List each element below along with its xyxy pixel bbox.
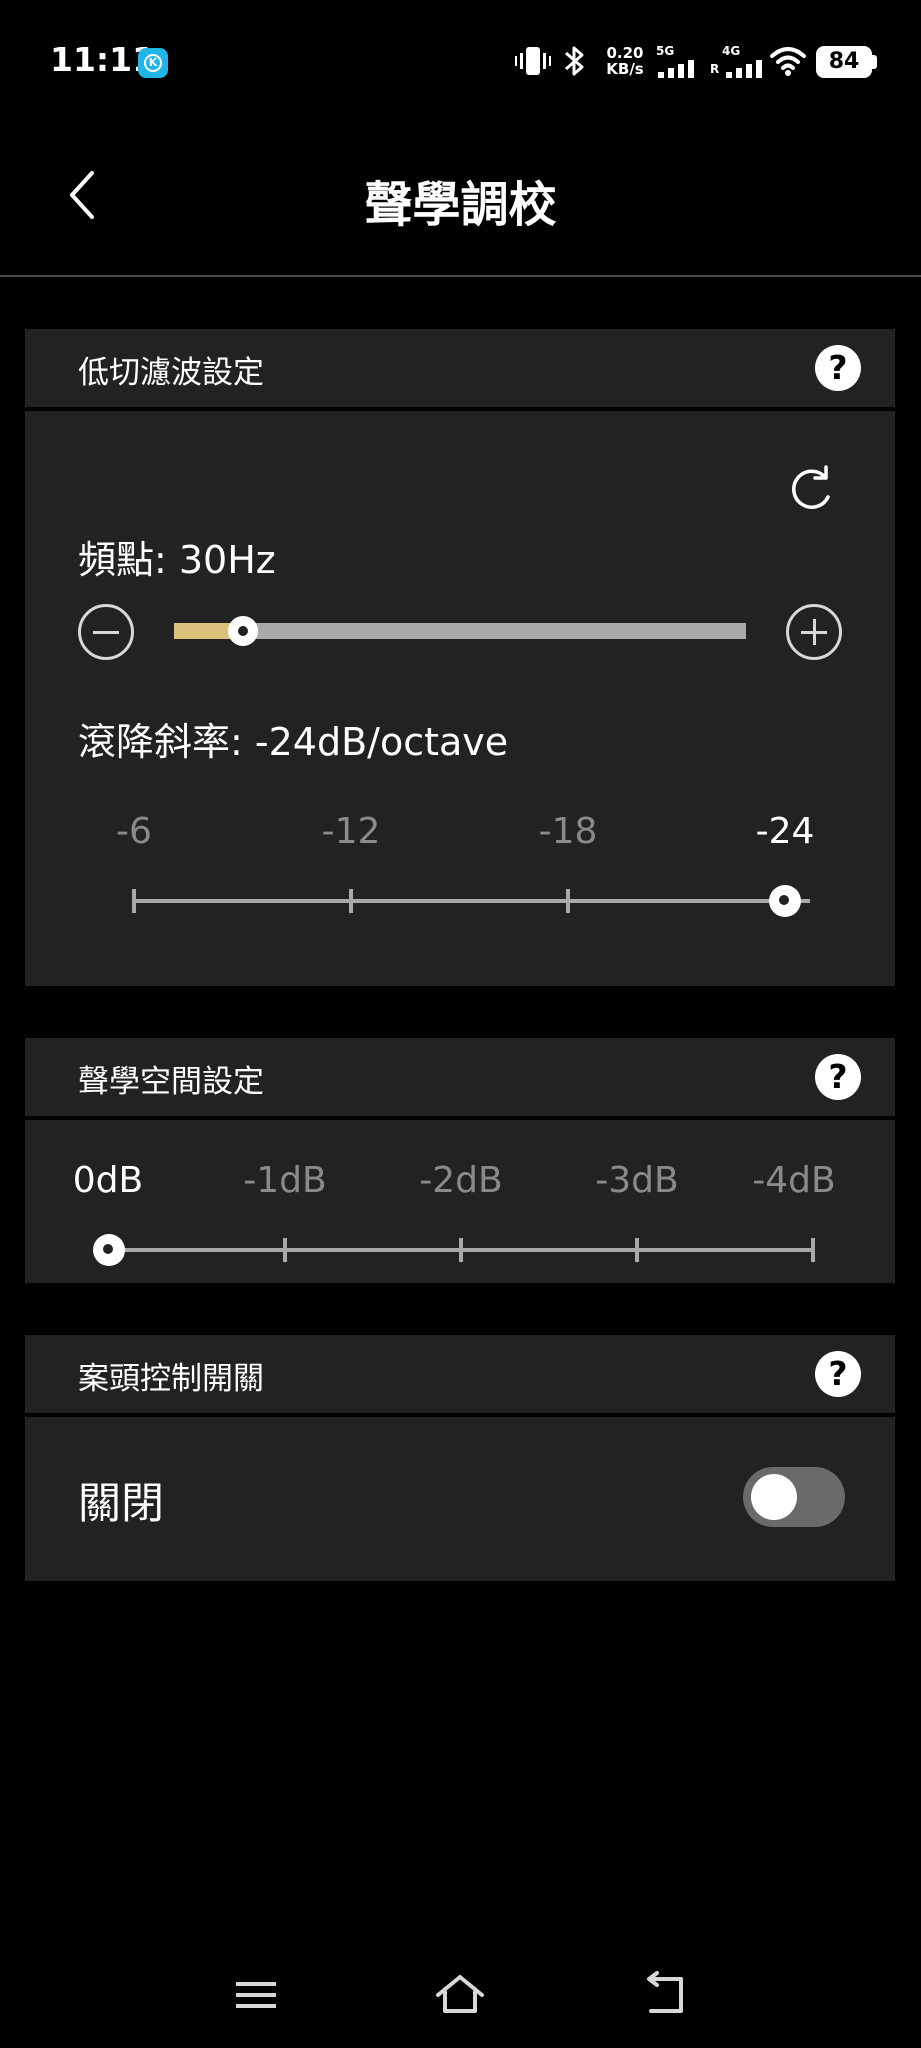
low-cut-section-body: 頻點: 30Hz 滾降斜率: -24dB/octave -6 -12 -18 -24 [25, 411, 895, 986]
acoustic-space-tick[interactable] [459, 1238, 463, 1262]
battery-cap [872, 55, 877, 69]
rolloff-option-label[interactable]: -18 [508, 811, 628, 852]
rolloff-tick[interactable] [349, 889, 353, 913]
rolloff-selected-thumb[interactable] [769, 885, 801, 917]
rolloff-tick[interactable] [566, 889, 570, 913]
home-icon[interactable] [430, 1965, 490, 2025]
decrease-frequency-button[interactable] [78, 604, 134, 660]
increase-frequency-button[interactable] [786, 604, 842, 660]
vibrate-icon [515, 47, 551, 75]
frequency-slider[interactable] [174, 623, 746, 639]
rolloff-option-label[interactable]: -12 [291, 811, 411, 852]
battery-icon: 84 [816, 46, 872, 78]
back-nav-icon[interactable] [635, 1965, 695, 2025]
acoustic-space-selected-thumb[interactable] [93, 1234, 125, 1266]
frequency-slider-thumb[interactable] [227, 616, 258, 646]
acoustic-space-tick[interactable] [283, 1238, 287, 1262]
rolloff-tick[interactable] [132, 889, 136, 913]
signal-4g-icon [726, 60, 762, 78]
reset-icon[interactable] [785, 463, 837, 515]
rolloff-stepper-track[interactable] [134, 899, 810, 903]
header-divider [0, 275, 921, 277]
plus-icon-v [813, 619, 816, 645]
page-title: 聲學調校 [364, 177, 557, 233]
toggle-knob [751, 1474, 797, 1520]
desktop-control-state-label: 關閉 [78, 1479, 164, 1529]
acoustic-space-option-label[interactable]: 0dB [48, 1160, 168, 1201]
acoustic-space-section-header: 聲學空間設定 ? [25, 1038, 895, 1116]
network-speed: 0.20 KB/s [606, 44, 644, 78]
low-cut-section-title: 低切濾波設定 [78, 355, 264, 391]
app-notification-icon: K [138, 48, 168, 78]
acoustic-space-option-label[interactable]: -3dB [577, 1160, 697, 1201]
rolloff-label: 滾降斜率: -24dB/octave [78, 720, 509, 764]
rolloff-option-label[interactable]: -6 [74, 811, 194, 852]
low-cut-help-button[interactable]: ? [815, 345, 861, 391]
acoustic-space-section-title: 聲學空間設定 [78, 1064, 264, 1100]
roaming-label: R [710, 62, 720, 76]
menu-icon[interactable] [226, 1965, 286, 2025]
desktop-control-section-title: 案頭控制開關 [78, 1361, 264, 1397]
bluetooth-icon [565, 46, 584, 76]
acoustic-space-option-label[interactable]: -2dB [401, 1160, 521, 1201]
acoustic-space-option-label[interactable]: -1dB [225, 1160, 345, 1201]
frequency-label: 頻點: 30Hz [78, 538, 276, 582]
desktop-control-toggle[interactable] [743, 1467, 845, 1527]
desktop-control-section-body: 關閉 [25, 1417, 895, 1581]
acoustic-space-section-body: 0dB -1dB -2dB -3dB -4dB [25, 1120, 895, 1283]
status-bar: 11:11 K 0.20 KB/s 5G 4G R 84 [0, 0, 921, 120]
wifi-icon [770, 47, 806, 76]
acoustic-space-help-button[interactable]: ? [815, 1054, 861, 1100]
low-cut-section-header: 低切濾波設定 ? [25, 329, 895, 407]
acoustic-space-tick[interactable] [635, 1238, 639, 1262]
acoustic-space-option-label[interactable]: -4dB [734, 1160, 854, 1201]
desktop-control-section-header: 案頭控制開關 ? [25, 1335, 895, 1413]
rolloff-option-label[interactable]: -24 [725, 811, 845, 852]
desktop-control-help-button[interactable]: ? [815, 1351, 861, 1397]
network-5g-label: 5G [656, 44, 675, 58]
acoustic-space-tick[interactable] [811, 1238, 815, 1262]
network-4g-label: 4G [722, 44, 741, 58]
signal-5g-icon [658, 60, 694, 78]
minus-icon [93, 631, 119, 634]
